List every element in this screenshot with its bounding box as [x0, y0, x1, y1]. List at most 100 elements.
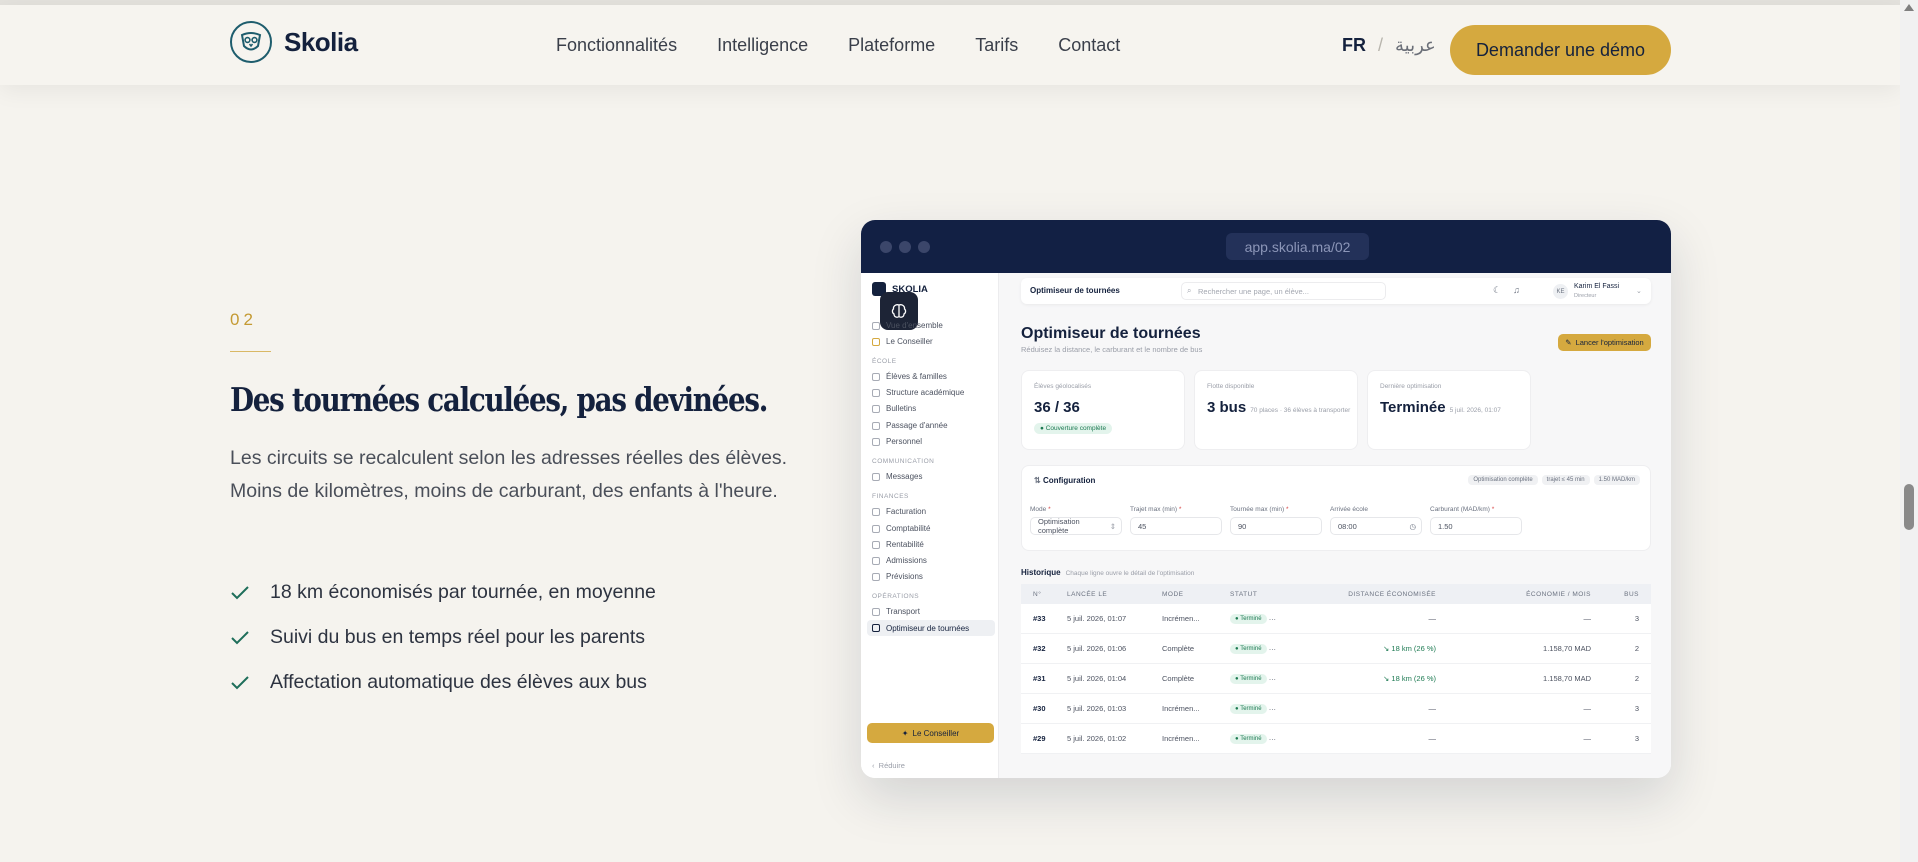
lang-ar[interactable]: عربية — [1395, 35, 1436, 56]
topbar-title: Optimiseur de tournées — [1030, 286, 1120, 295]
invoice-icon — [872, 507, 880, 516]
collapse-sidebar-button[interactable]: ‹ Réduire — [872, 761, 905, 770]
stat-value-text: 3 bus — [1207, 399, 1247, 416]
sidebar-item-advisor[interactable]: Le Conseiller — [872, 337, 933, 346]
sidebar-item-staff[interactable]: Personnel — [872, 437, 922, 446]
list-item: 18 km économisés par tournée, en moyenne — [230, 570, 656, 615]
sidebar-item-label: Rentabilité — [886, 540, 924, 549]
history-subtitle: Chaque ligne ouvre le détail de l'optimi… — [1065, 570, 1195, 577]
check-icon — [231, 585, 249, 599]
sidebar-item-year-pass[interactable]: Passage d'année — [872, 421, 948, 430]
stat-extra: 70 places · 36 élèves à transporter — [1250, 407, 1351, 414]
stat-value-text: 36 / 36 — [1034, 399, 1080, 416]
advisor-button[interactable]: ✦ Le Conseiller — [867, 723, 994, 743]
cell-bus: 2 — [1634, 674, 1639, 683]
arrival-value: 08:00 — [1338, 521, 1357, 531]
scrollbar-thumb[interactable] — [1904, 484, 1914, 530]
sidebar-item-structure[interactable]: Structure académique — [872, 388, 964, 397]
bullet-text: Suivi du bus en temps réel pour les pare… — [270, 626, 646, 648]
search-input[interactable]: ⌕ Rechercher une page, un élève... — [1181, 282, 1386, 300]
moon-icon[interactable]: ☾ — [1493, 285, 1501, 296]
avatar[interactable]: KE — [1553, 284, 1568, 299]
user-plus-icon — [872, 556, 880, 565]
table-row[interactable]: #30 5 juil. 2026, 01:03 Incrémen... ● Te… — [1021, 694, 1651, 724]
site-header: Skolia Fonctionnalités Intelligence Plat… — [0, 5, 1900, 85]
users-icon — [872, 372, 880, 381]
field-label: Carburant (MAD/km) * — [1430, 506, 1495, 513]
table-row[interactable]: #33 5 juil. 2026, 01:07 Incrémen... ● Te… — [1021, 604, 1651, 634]
table-row[interactable]: #31 5 juil. 2026, 01:04 Complète ● Termi… — [1021, 664, 1651, 694]
page-scrollbar[interactable] — [1900, 0, 1918, 862]
sidebar-item-students[interactable]: Élèves & familles — [872, 372, 947, 381]
sidebar-item-label: Personnel — [886, 437, 923, 446]
launch-optimization-button[interactable]: ✎ Lancer l'optimisation — [1558, 334, 1651, 351]
bell-icon[interactable]: ♫ — [1513, 285, 1520, 296]
sidebar-item-accounting[interactable]: Comptabilité — [872, 524, 930, 533]
advisor-button-label: Le Conseiller — [912, 728, 960, 738]
school-arrival-input[interactable]: 08:00 ◷ — [1330, 517, 1422, 535]
column-header: MODE — [1162, 590, 1184, 598]
status-text: Terminé — [1240, 646, 1262, 652]
sliders-icon: ⇅ — [1034, 476, 1041, 485]
sidebar-item-label: Admissions — [886, 556, 927, 565]
nav-link-fonctionnalites[interactable]: Fonctionnalités — [556, 35, 677, 56]
column-header: N° — [1033, 590, 1042, 598]
config-title-text: Configuration — [1042, 476, 1096, 485]
status-text: Terminé — [1240, 736, 1262, 742]
max-trip-input[interactable]: 45 — [1130, 517, 1222, 535]
sidebar-item-admissions[interactable]: Admissions — [872, 556, 927, 565]
sidebar-item-route-optimizer[interactable]: Optimiseur de tournées — [867, 620, 995, 636]
check-icon — [231, 675, 249, 689]
chevron-down-icon[interactable]: ⌄ — [1636, 287, 1642, 295]
table-row[interactable]: #29 5 juil. 2026, 01:02 Incrémen... ● Te… — [1021, 724, 1651, 754]
sidebar-item-profitability[interactable]: Rentabilité — [872, 540, 924, 549]
cell-date: 5 juil. 2026, 01:02 — [1067, 734, 1127, 743]
mode-select[interactable]: Optimisation complète ⇕ — [1030, 517, 1122, 535]
status-badge: ● Couverture complète — [1034, 423, 1113, 434]
check-icon — [231, 630, 249, 644]
status-badge: ● Terminé — [1230, 614, 1267, 624]
cell-distance: — — [1428, 704, 1437, 713]
sidebar-item-messages[interactable]: Messages — [872, 472, 922, 481]
max-trip-field: Trajet max (min) * 45 — [1130, 506, 1222, 535]
scroll-up-arrow-icon[interactable] — [1904, 4, 1914, 11]
history-table: N° LANCÉE LE MODE STATUT DISTANCE ÉCONOM… — [1021, 584, 1651, 754]
max-tour-input[interactable]: 90 — [1230, 517, 1322, 535]
bullet-text: Affectation automatique des élèves aux b… — [270, 671, 647, 693]
field-label: Mode * — [1030, 506, 1051, 513]
stat-value-text: Terminée — [1380, 399, 1446, 416]
nav-link-intelligence[interactable]: Intelligence — [717, 35, 808, 56]
nav-link-contact[interactable]: Contact — [1058, 35, 1120, 56]
sidebar-item-overview[interactable]: Vue d'ensemble — [872, 321, 943, 330]
sidebar-item-transport[interactable]: Transport — [872, 607, 920, 616]
nav-link-plateforme[interactable]: Plateforme — [848, 35, 935, 56]
owl-logo-icon — [230, 21, 272, 63]
browser-url: app.skolia.ma/02 — [1226, 233, 1369, 260]
brand-logo[interactable]: Skolia — [230, 21, 358, 63]
fuel-field: Carburant (MAD/km) * 1.50 — [1430, 506, 1522, 535]
sidebar-item-label: Optimiseur de tournées — [886, 623, 970, 633]
route-icon — [872, 624, 880, 632]
user-name[interactable]: Karim El Fassi — [1574, 283, 1619, 290]
window-dot — [899, 241, 911, 253]
sparkle-icon — [872, 337, 880, 346]
trend-icon — [872, 572, 880, 581]
column-header: LANCÉE LE — [1067, 590, 1108, 598]
cell-economy: — — [1583, 734, 1592, 743]
demo-request-button[interactable]: Demander une démo — [1450, 25, 1671, 75]
table-row[interactable]: #32 5 juil. 2026, 01:06 Complète ● Termi… — [1021, 634, 1651, 664]
stat-value: 3 bus 70 places · 36 élèves à transporter — [1207, 399, 1350, 416]
cell-mode: Incrémen... — [1162, 614, 1200, 623]
sidebar-item-forecasts[interactable]: Prévisions — [872, 572, 923, 581]
lang-fr[interactable]: FR — [1342, 35, 1366, 56]
cell-distance: — — [1428, 614, 1437, 623]
status-badge: ● Terminé — [1230, 644, 1267, 654]
stat-label: Élèves géolocalisés — [1034, 383, 1092, 390]
sidebar-item-label: Structure académique — [886, 388, 965, 397]
stat-card-fleet: Flotte disponible 3 bus 70 places · 36 él… — [1194, 370, 1358, 450]
sidebar-item-bulletins[interactable]: Bulletins — [872, 404, 916, 413]
sidebar-item-billing[interactable]: Facturation — [872, 507, 926, 516]
fuel-input[interactable]: 1.50 — [1430, 517, 1522, 535]
stat-label: Dernière optimisation — [1380, 383, 1442, 390]
nav-link-tarifs[interactable]: Tarifs — [975, 35, 1018, 56]
